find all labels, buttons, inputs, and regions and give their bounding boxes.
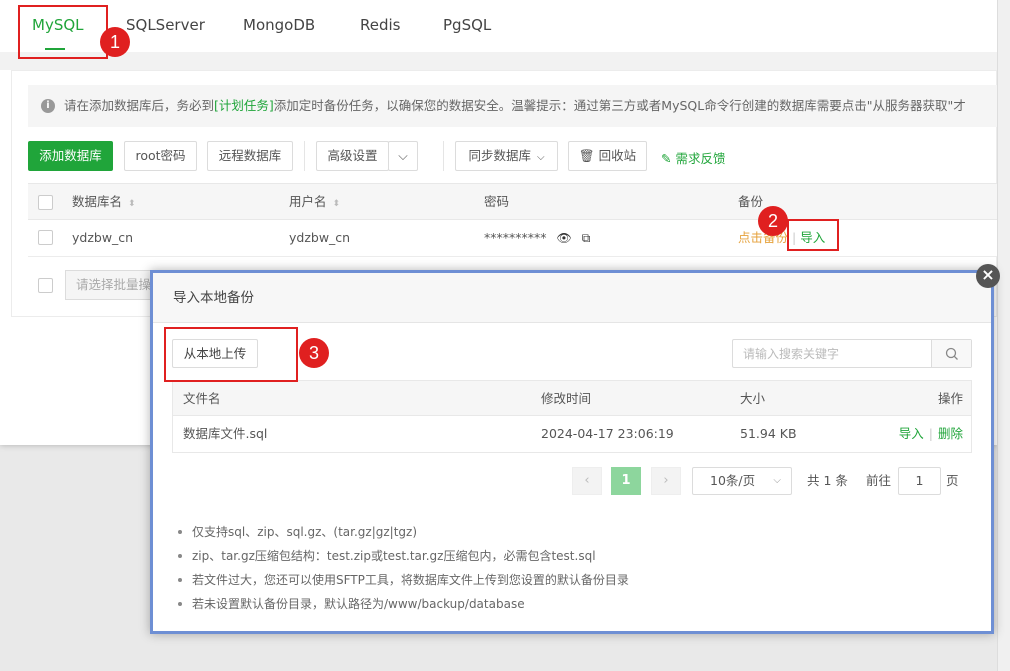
toolbar-divider — [304, 141, 305, 171]
column-header-password: 密码 — [484, 194, 510, 209]
file-mtime: 2024-04-17 23:06:19 — [541, 426, 674, 441]
eye-icon[interactable]: 👁 — [557, 221, 572, 256]
feedback-link[interactable]: ✎ 需求反馈 — [661, 148, 725, 167]
feedback-label: 需求反馈 — [675, 151, 726, 166]
window-edge — [997, 0, 1010, 671]
total-count: 共 1 条 — [807, 473, 848, 488]
note-item: 若文件过大，您还可以使用SFTP工具，将数据库文件上传到您设置的默认备份目录 — [176, 568, 956, 592]
tab-mongodb[interactable]: MongoDB — [243, 16, 315, 34]
note-item: 仅支持sql、zip、sql.gz、(tar.gz|gz|tgz) — [176, 520, 956, 544]
batch-operation-select[interactable]: 请选择批量操作 — [65, 270, 155, 300]
db-name: ydzbw_cn — [72, 230, 134, 245]
column-header-ops: 操作 — [937, 391, 963, 406]
chevron-left-icon: ‹ — [584, 473, 590, 488]
annotation-number-1: 1 — [100, 27, 130, 57]
dialog-title: 导入本地备份 — [153, 273, 991, 323]
advanced-settings-button[interactable]: 高级设置 — [316, 141, 389, 171]
sync-database-button[interactable]: 同步数据库 ⌵ — [455, 141, 558, 171]
table-row: 数据库文件.sql 2024-04-17 23:06:19 51.94 KB 导… — [172, 416, 972, 453]
annotation-box-import — [787, 219, 839, 251]
remote-database-button[interactable]: 远程数据库 — [207, 141, 293, 171]
goto-label: 前往 — [866, 473, 892, 488]
chevron-down-icon: ⌵ — [398, 148, 408, 163]
file-name: 数据库文件.sql — [183, 426, 268, 441]
column-header-mtime: 修改时间 — [541, 391, 592, 406]
annotation-box-mysql-tab — [18, 5, 108, 59]
database-table-header: 数据库名 ⬍ 用户名 ⬍ 密码 备份 — [28, 183, 997, 220]
db-password: ********** 👁 ⧉ — [484, 220, 590, 255]
annotation-number-3: 3 — [299, 338, 329, 368]
column-header-name[interactable]: 数据库名 ⬍ — [72, 184, 136, 219]
goto-page-input[interactable]: 1 — [898, 467, 941, 495]
note-item: zip、tar.gz压缩包结构：test.zip或test.tar.gz压缩包内… — [176, 544, 956, 568]
note-item: 若未设置默认备份目录，默认路径为/www/backup/database — [176, 592, 956, 616]
advanced-dropdown-toggle[interactable]: ⌵ — [388, 141, 418, 171]
page-size-select[interactable]: 10条/页 ⌵ — [692, 467, 792, 495]
column-header-size: 大小 — [740, 391, 766, 406]
chevron-right-icon: › — [663, 473, 669, 488]
notice-bar: i 请在添加数据库后，务必到[计划任务]添加定时备份任务，以确保您的数据安全。温… — [28, 85, 997, 127]
db-user: ydzbw_cn — [289, 230, 351, 245]
search-icon — [945, 347, 958, 360]
annotation-number-2: 2 — [758, 206, 788, 236]
trash-icon: 🗑 — [578, 148, 595, 163]
notice-suffix: 添加定时备份任务，以确保您的数据安全。温馨提示：通过第三方或者MySQL命令行创… — [273, 98, 966, 113]
file-import-link[interactable]: 导入 — [899, 426, 924, 441]
table-row: ydzbw_cn ydzbw_cn ********** 👁 ⧉ 点击备份 | 导入 — [28, 220, 997, 257]
divider-strip — [0, 52, 997, 70]
prev-page-button[interactable]: ‹ — [572, 467, 602, 495]
close-icon[interactable]: × — [976, 264, 1000, 288]
batch-checkbox[interactable] — [38, 278, 53, 293]
sync-database-label: 同步数据库 — [468, 148, 531, 163]
select-all-checkbox[interactable] — [38, 195, 53, 210]
sort-icon: ⬍ — [128, 199, 136, 209]
tab-pgsql[interactable]: PgSQL — [443, 16, 491, 34]
scheduled-task-link[interactable]: [计划任务] — [214, 98, 274, 113]
row-checkbox[interactable] — [38, 230, 53, 245]
file-ops: 导入 | 删除 — [898, 426, 963, 441]
search-button[interactable] — [931, 340, 971, 367]
file-delete-link[interactable]: 删除 — [938, 426, 963, 441]
db-type-tabs: MySQL SQLServer MongoDB Redis PgSQL — [0, 0, 997, 52]
info-icon: i — [41, 99, 55, 113]
recycle-bin-button[interactable]: 🗑 回收站 — [568, 141, 647, 171]
search-box — [732, 339, 972, 368]
notice-prefix: 请在添加数据库后，务必到 — [64, 98, 215, 113]
current-page[interactable]: 1 — [611, 467, 641, 495]
file-table-header: 文件名 修改时间 大小 操作 — [172, 380, 972, 416]
recycle-bin-label: 回收站 — [598, 148, 637, 163]
next-page-button[interactable]: › — [651, 467, 681, 495]
chevron-down-icon: ⌵ — [773, 475, 781, 486]
column-header-filename: 文件名 — [183, 391, 221, 406]
sort-icon: ⬍ — [332, 199, 341, 209]
root-password-button[interactable]: root密码 — [124, 141, 197, 171]
annotation-box-upload — [164, 327, 298, 382]
copy-icon[interactable]: ⧉ — [582, 221, 591, 256]
toolbar-divider — [443, 141, 444, 171]
column-header-user[interactable]: 用户名 ⬍ — [289, 184, 340, 219]
edit-icon: ✎ — [661, 151, 672, 166]
search-input[interactable] — [733, 340, 931, 367]
file-size: 51.94 KB — [740, 426, 797, 441]
tab-redis[interactable]: Redis — [360, 16, 400, 34]
import-notes: 仅支持sql、zip、sql.gz、(tar.gz|gz|tgz) zip、ta… — [176, 520, 956, 616]
tab-sqlserver[interactable]: SQLServer — [126, 16, 205, 34]
add-database-button[interactable]: 添加数据库 — [28, 141, 113, 171]
chevron-down-icon: ⌵ — [536, 152, 545, 163]
page-unit-label: 页 — [946, 473, 959, 488]
